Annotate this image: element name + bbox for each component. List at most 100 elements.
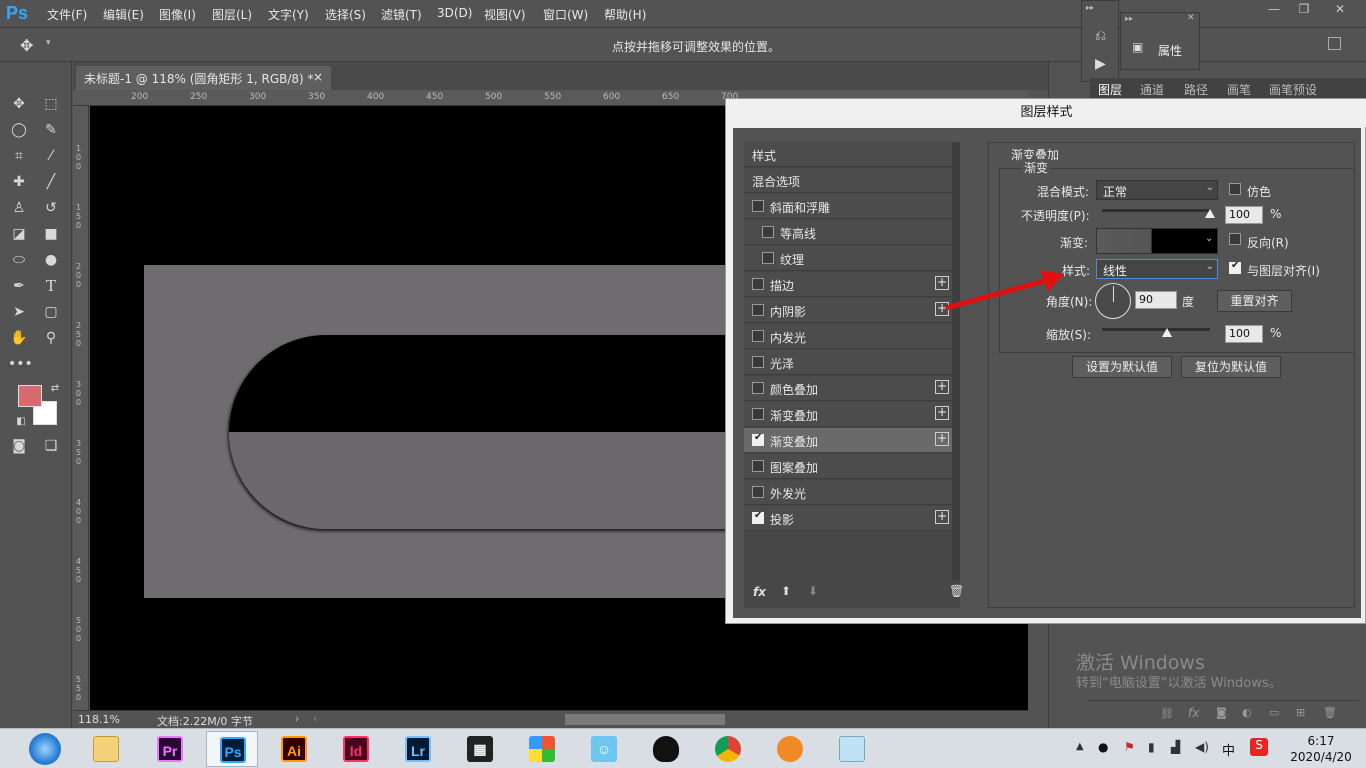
brush-icon[interactable]: ╱ — [40, 171, 62, 193]
add-effect-icon[interactable]: + — [935, 432, 949, 446]
taskbar-video[interactable]: ▦ — [454, 731, 506, 767]
tab-layers[interactable]: 图层 — [1098, 81, 1122, 98]
swap-colors-icon[interactable]: ⇄ — [44, 378, 66, 400]
taskbar-app-2[interactable]: Ai — [268, 731, 320, 767]
lasso-icon[interactable]: ◯ — [8, 119, 30, 141]
dodge-icon[interactable]: ● — [40, 249, 62, 271]
tray-network-icon[interactable]: ▟ — [1171, 740, 1180, 754]
minimize-icon[interactable]: — — [1260, 2, 1288, 20]
effect-checkbox[interactable] — [752, 486, 764, 498]
effect-checkbox[interactable] — [752, 432, 764, 446]
shape-icon[interactable]: ▢ — [40, 301, 62, 323]
style-list-item[interactable]: 斜面和浮雕 — [744, 194, 954, 219]
effect-checkbox[interactable] — [762, 252, 774, 264]
gradient-preview[interactable] — [1096, 228, 1218, 254]
restore-icon[interactable]: ❐ — [1290, 2, 1318, 20]
workspace-icon[interactable] — [1328, 37, 1341, 50]
style-list-item[interactable]: 描边 + — [744, 272, 954, 297]
move-tool-icon[interactable]: ✥ — [20, 36, 33, 55]
add-effect-icon[interactable]: + — [935, 380, 949, 394]
taskbar-app-1[interactable]: Ps — [206, 731, 258, 767]
style-list-item[interactable]: 内阴影 + — [744, 298, 954, 323]
style-list-item[interactable]: 光泽 — [744, 350, 954, 375]
new-layer-icon[interactable]: ⊞ — [1296, 706, 1305, 719]
close-icon[interactable]: ✕ — [1326, 2, 1354, 20]
tray-volume-icon[interactable]: ◀) — [1195, 740, 1209, 754]
eraser-icon[interactable]: ◪ — [8, 223, 30, 245]
style-list-item[interactable]: 渐变叠加 + — [744, 428, 954, 453]
style-list-item[interactable]: 渐变叠加 + — [744, 402, 954, 427]
reset-default-button[interactable]: 复位为默认值 — [1181, 356, 1281, 378]
add-effect-icon[interactable]: + — [935, 406, 949, 420]
quick-mask-icon[interactable]: ◙ — [8, 435, 30, 457]
taskbar-app-3[interactable]: Id — [330, 731, 382, 767]
menu-image[interactable]: 图像(I) — [159, 6, 196, 23]
folder-icon[interactable]: ▭ — [1269, 706, 1279, 719]
tab-channels[interactable]: 通道 — [1140, 81, 1164, 98]
style-list-item[interactable]: 内发光 — [744, 324, 954, 349]
style-list-item[interactable]: 图案叠加 — [744, 454, 954, 479]
zoom-icon[interactable]: ⚲ — [40, 327, 62, 349]
opacity-slider[interactable] — [1102, 209, 1210, 212]
tray-flag-icon[interactable]: ⚑ — [1124, 740, 1135, 754]
type-icon[interactable]: T — [40, 275, 62, 297]
effect-checkbox[interactable] — [752, 278, 764, 290]
zoom-level[interactable]: 118.1% — [78, 713, 120, 726]
tab-paths[interactable]: 路径 — [1184, 81, 1208, 98]
taskbar-app-notes[interactable] — [826, 731, 878, 767]
properties-label[interactable]: 属性 — [1158, 42, 1182, 59]
default-colors-icon[interactable]: ◧ — [10, 411, 32, 433]
link-icon[interactable]: ⛓ — [1160, 707, 1174, 720]
angle-input[interactable]: 90 — [1135, 291, 1177, 309]
quick-select-icon[interactable]: ✎ — [40, 119, 62, 141]
dialog-title[interactable]: 图层样式 — [726, 99, 1366, 127]
taskbar-app-umbrella[interactable] — [516, 731, 568, 767]
more-tools-icon[interactable]: ••• — [8, 353, 33, 375]
menu-view[interactable]: 视图(V) — [484, 6, 526, 23]
menu-file[interactable]: 文件(F) — [47, 6, 87, 23]
expand-icon[interactable]: ▸▸ — [1086, 3, 1094, 12]
effect-checkbox[interactable] — [752, 304, 764, 316]
stamp-icon[interactable]: ♙ — [8, 197, 30, 219]
taskbar-qq[interactable] — [640, 731, 692, 767]
properties-icon[interactable]: ▣ — [1132, 40, 1143, 54]
style-list-item[interactable]: 等高线 — [744, 220, 954, 245]
add-effect-icon[interactable]: + — [935, 510, 949, 524]
opacity-slider-thumb[interactable] — [1205, 209, 1215, 218]
tray-battery-icon[interactable]: ▮ — [1148, 740, 1155, 754]
scale-slider[interactable] — [1102, 328, 1210, 331]
path-select-icon[interactable]: ➤ — [8, 301, 30, 323]
effect-checkbox[interactable] — [752, 356, 764, 368]
style-list-item[interactable]: 混合选项 — [744, 168, 954, 193]
taskbar-app-assistant[interactable]: ☺ — [578, 731, 630, 767]
document-tab[interactable]: 未标题-1 @ 118% (圆角矩形 1, RGB/8) * × — [76, 66, 331, 90]
adjustment-icon[interactable]: ◐ — [1242, 706, 1252, 719]
chevron-left-icon[interactable]: ‹ — [313, 712, 317, 725]
set-default-button[interactable]: 设置为默认值 — [1072, 356, 1172, 378]
reverse-checkbox[interactable] — [1229, 233, 1241, 245]
foreground-color-front[interactable] — [18, 385, 42, 407]
style-list-item[interactable]: 投影 + — [744, 506, 954, 531]
blend-mode-select[interactable]: 正常 ⌄ — [1096, 180, 1218, 200]
healing-icon[interactable]: ✚ — [8, 171, 30, 193]
pen-icon[interactable]: ✒ — [8, 275, 30, 297]
align-with-layer-checkbox[interactable] — [1229, 260, 1241, 274]
tray-expand-icon[interactable]: ▲ — [1076, 741, 1084, 752]
start-button-icon[interactable] — [29, 733, 61, 765]
effect-checkbox[interactable] — [752, 510, 764, 524]
clock[interactable]: 6:17 2020/4/20 — [1286, 733, 1356, 765]
effect-checkbox[interactable] — [752, 200, 764, 212]
taskbar-app-orange[interactable] — [764, 731, 816, 767]
effect-checkbox[interactable] — [752, 382, 764, 394]
menu-help[interactable]: 帮助(H) — [604, 6, 646, 23]
move-up-icon[interactable]: ⬆ — [781, 584, 791, 598]
scale-input[interactable]: 100 — [1225, 325, 1263, 343]
effect-checkbox[interactable] — [752, 460, 764, 472]
tab-brush-presets[interactable]: 画笔预设 — [1269, 81, 1317, 98]
effect-checkbox[interactable] — [752, 408, 764, 420]
reset-alignment-button[interactable]: 重置对齐 — [1217, 290, 1292, 312]
menu-window[interactable]: 窗口(W) — [543, 6, 588, 23]
move-down-icon[interactable]: ⬇ — [808, 584, 818, 598]
expand-icon[interactable]: ▸▸ — [1125, 14, 1133, 23]
history-brush-icon[interactable]: ↺ — [40, 197, 62, 219]
